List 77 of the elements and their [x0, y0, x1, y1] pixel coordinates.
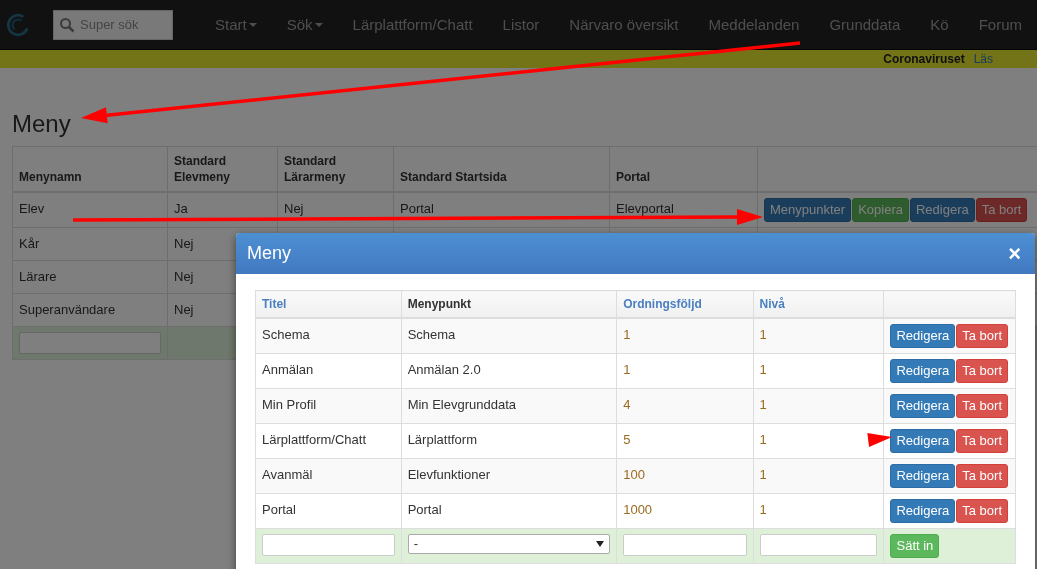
table-cell: 1: [753, 458, 884, 494]
nav-link[interactable]: Närvaro översikt: [555, 16, 693, 33]
nav-link[interactable]: Lärplattform/Chatt: [338, 16, 487, 33]
button[interactable]: Menypunkter: [764, 198, 852, 222]
table-cell: Nej: [277, 192, 394, 228]
button[interactable]: Ta bort: [956, 429, 1008, 453]
table-cell: Lärplattform/Chatt: [255, 423, 402, 459]
table-cell: 4: [616, 388, 754, 424]
table-cell: Schema: [401, 318, 617, 354]
nav-link[interactable]: Meddelanden: [694, 16, 814, 33]
column-header: Portal: [609, 146, 758, 192]
button[interactable]: Redigera: [890, 359, 956, 383]
table-cell: 1: [616, 318, 754, 354]
table-cell: Portal: [255, 493, 402, 529]
button[interactable]: Sätt in: [890, 534, 940, 558]
column-header: Menypunkt: [401, 290, 617, 318]
sort-link[interactable]: Titel: [255, 290, 402, 318]
button[interactable]: Redigera: [890, 429, 956, 453]
column-header: Standard Lärarmeny: [277, 146, 394, 192]
table-cell: 1000: [616, 493, 754, 529]
sort-link[interactable]: Nivå: [753, 290, 884, 318]
column-header: Standard Elevmeny: [167, 146, 278, 192]
table-cell: Portal: [393, 192, 610, 228]
input-field[interactable]: [19, 332, 161, 354]
link[interactable]: Läs: [973, 52, 993, 66]
button[interactable]: Redigera: [890, 324, 956, 348]
column-header: Menynamn: [12, 146, 168, 192]
table-cell: Min Profil: [255, 388, 402, 424]
close-button[interactable]: ×: [1005, 242, 1024, 265]
table-cell: 1: [753, 353, 884, 389]
nav-link[interactable]: Listor: [488, 16, 554, 33]
table-cell: 1: [616, 353, 754, 389]
table-cell: Ja: [167, 192, 278, 228]
button[interactable]: Kopiera: [852, 198, 909, 222]
nav-link[interactable]: Kö: [916, 16, 963, 33]
table-cell: Min Elevgrunddata: [401, 388, 617, 424]
annotation-arrow: [867, 433, 892, 447]
button[interactable]: Redigera: [890, 499, 956, 523]
nav-link[interactable]: Grunddata: [815, 16, 915, 33]
button[interactable]: Ta bort: [956, 324, 1008, 348]
table-cell: 1: [753, 318, 884, 354]
button[interactable]: Ta bort: [956, 394, 1008, 418]
table-cell: Superanvändare: [12, 293, 168, 327]
button[interactable]: Redigera: [909, 198, 975, 222]
logo-icon[interactable]: [5, 11, 31, 38]
button[interactable]: Ta bort: [956, 499, 1008, 523]
page-title: Meny: [12, 110, 72, 138]
input-field[interactable]: [759, 534, 878, 556]
input-field[interactable]: [262, 534, 395, 556]
input-field[interactable]: [623, 534, 747, 556]
table-cell: Lärplattform: [401, 423, 617, 459]
button[interactable]: Redigera: [890, 464, 956, 488]
notice-text: Coronaviruset: [883, 52, 965, 66]
nav-link[interactable]: Sök: [272, 16, 337, 33]
button[interactable]: Ta bort: [956, 359, 1008, 383]
sort-link[interactable]: Ordningsföljd: [616, 290, 754, 318]
button[interactable]: Redigera: [890, 394, 956, 418]
table-cell: 1: [753, 388, 884, 424]
button[interactable]: Ta bort: [956, 464, 1008, 488]
column-header: Standard Startsida: [393, 146, 610, 192]
table-cell: Elev: [12, 192, 168, 228]
table-cell: Avanmäl: [255, 458, 402, 494]
table-cell: Lärare: [12, 260, 168, 294]
table-cell: 5: [616, 423, 754, 459]
table-cell: Schema: [255, 318, 402, 354]
table-cell: 1: [753, 493, 884, 529]
table-cell: Anmälan 2.0: [401, 353, 617, 389]
table-cell: Elevfunktioner: [401, 458, 617, 494]
table-cell: Kår: [12, 227, 168, 261]
nav-link[interactable]: Start: [201, 16, 271, 33]
table-cell: Anmälan: [255, 353, 402, 389]
table-cell: Portal: [401, 493, 617, 529]
dropdown[interactable]: -: [407, 534, 611, 554]
table-cell: 100: [616, 458, 754, 494]
nav-link[interactable]: Forum: [964, 16, 1036, 33]
dropdown-arrow-icon: [596, 541, 605, 547]
button[interactable]: Ta bort: [975, 198, 1028, 222]
